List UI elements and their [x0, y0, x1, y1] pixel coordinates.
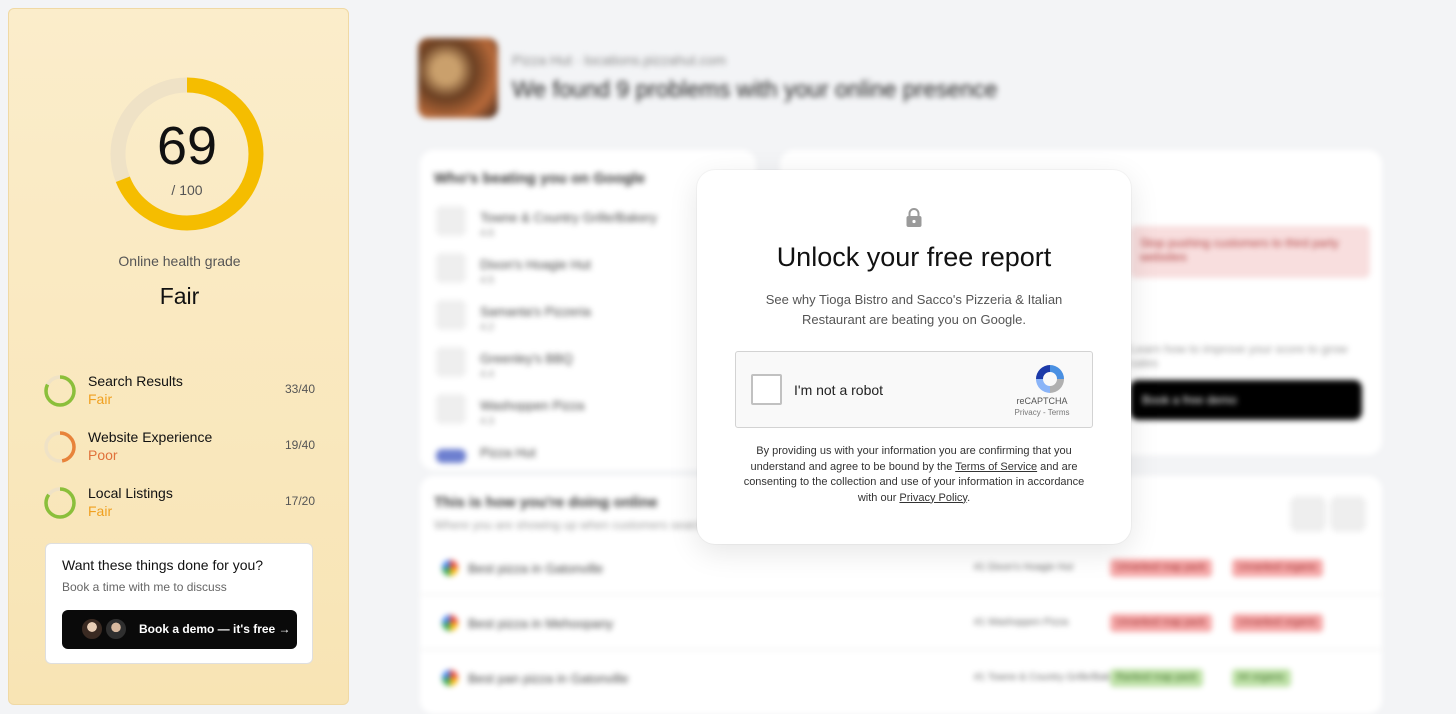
health-score-max: / 100 [171, 182, 203, 198]
recaptcha-label: I'm not a robot [794, 382, 884, 398]
competitor-icon [436, 206, 466, 236]
metric-ring [44, 431, 76, 463]
metric-score: 33/40 [284, 382, 315, 396]
list-view-icon [1290, 496, 1326, 532]
search-winner: #1 Dixon's Hoagie Hut [974, 562, 1074, 573]
modal-title: Unlock your free report [776, 242, 1052, 272]
competitor-name: Greenley's BBQ [480, 351, 573, 366]
search-query: Best pizza in Mehoopany [468, 616, 614, 631]
page-headline: We found 9 problems with your online pre… [512, 76, 998, 102]
competitors-title: Who's beating you on Google [434, 170, 646, 187]
lock-icon [906, 208, 922, 227]
online-subtitle: Where you are showing up when customers … [434, 518, 707, 532]
recaptcha-links[interactable]: Privacy - Terms [1002, 408, 1082, 417]
avatar [80, 617, 104, 641]
improve-text: Learn how to improve your score to grow … [1130, 342, 1348, 370]
alert-text: Stop pushing customers to third party we… [1140, 236, 1339, 264]
competitor-name: Towne & Country Grille/Bakery [480, 210, 658, 225]
demo-card-title: Want these things done for you? [62, 557, 264, 573]
demo-card: Want these things done for you? Book a t… [45, 543, 313, 664]
search-winner: #1 Towne & Country Grille/Bakery [974, 672, 1124, 683]
metric-search-results[interactable]: Search Results Fair 33/40 [43, 371, 315, 411]
google-icon [442, 670, 458, 686]
recaptcha-brand: reCAPTCHA [1016, 396, 1068, 406]
metric-ring [44, 487, 76, 519]
competitor-name: Samanta's Pizzeria [480, 304, 591, 319]
bg-cta-label: Book a free demo [1142, 393, 1237, 407]
recaptcha-widget: I'm not a robot reCAPTCHA Privacy - Term… [735, 351, 1093, 428]
google-icon [442, 560, 458, 576]
terms-of-service-link[interactable]: Terms of Service [955, 461, 1037, 473]
competitor-icon [436, 449, 466, 463]
row-divider [420, 594, 1382, 595]
metric-status: Fair [88, 503, 113, 519]
competitor-icon [436, 394, 466, 424]
row-divider [420, 649, 1382, 650]
grade-label: Online health grade [118, 253, 241, 269]
metric-status: Poor [88, 447, 118, 463]
privacy-policy-link[interactable]: Privacy Policy [899, 492, 967, 504]
business-line: Pizza Hut · locations.pizzahut.com [512, 52, 726, 68]
competitor-rating: 4.4 [480, 369, 494, 380]
search-query: Best pizza in Gatonville [468, 561, 604, 576]
health-score: 69 [156, 116, 218, 176]
competitor-name: Washoppen Pizza [480, 398, 585, 413]
unlock-report-modal: Unlock your free report See why Tioga Bi… [697, 170, 1131, 544]
book-demo-label: Book a demo — it's free → [139, 622, 291, 636]
competitor-name: Dixon's Hoagie Hut [480, 257, 591, 272]
avatar [104, 617, 128, 641]
competitor-icon [436, 347, 466, 377]
metric-name: Website Experience [88, 429, 213, 445]
business-logo [418, 38, 498, 118]
metric-score: 17/20 [284, 494, 315, 508]
grid-view-icon [1330, 496, 1366, 532]
ranking-tag: Ranked map pack [1110, 669, 1203, 687]
modal-description: See why Tioga Bistro and Sacco's Pizzeri… [765, 292, 1063, 327]
competitor-rating: 4.5 [480, 275, 494, 286]
google-icon [442, 615, 458, 631]
demo-card-subtitle: Book a time with me to discuss [62, 580, 227, 594]
ranking-tag: Unranked organic [1232, 559, 1323, 577]
ranking-tag: Unranked map pack [1110, 559, 1212, 577]
online-title: This is how you're doing online [434, 494, 658, 511]
metric-ring [44, 375, 76, 407]
ranking-tag: #4 organic [1232, 669, 1291, 687]
competitor-name: Pizza Hut [480, 445, 536, 460]
search-winner: #1 Washoppen Pizza [974, 617, 1069, 628]
metric-score: 19/40 [284, 438, 315, 452]
ranking-tag: Unranked map pack [1110, 614, 1212, 632]
grade-value: Fair [159, 283, 200, 309]
competitor-icon [436, 300, 466, 330]
competitor-icon [436, 253, 466, 283]
metric-local-listings[interactable]: Local Listings Fair 17/20 [43, 483, 315, 523]
metric-status: Fair [88, 391, 113, 407]
book-demo-button[interactable]: Book a demo — it's free → [62, 610, 297, 649]
competitor-rating: 4.6 [480, 228, 494, 239]
legal-text: By providing us with your information yo… [737, 444, 1091, 506]
recaptcha-checkbox[interactable] [751, 374, 782, 405]
legal-text-end: . [967, 491, 971, 504]
metric-name: Search Results [88, 373, 183, 389]
health-score-gauge: 69 / 100 [109, 76, 265, 232]
recaptcha-logo-icon [1036, 365, 1064, 393]
metric-website-experience[interactable]: Website Experience Poor 19/40 [43, 427, 315, 467]
competitor-rating: 4.2 [480, 322, 494, 333]
health-panel: 69 / 100 Online health grade Fair Search… [8, 8, 349, 705]
search-query: Best pan pizza in Gatonville [468, 671, 629, 686]
metric-name: Local Listings [88, 485, 173, 501]
competitor-rating: 4.3 [480, 416, 494, 427]
ranking-tag: Unranked organic [1232, 614, 1323, 632]
